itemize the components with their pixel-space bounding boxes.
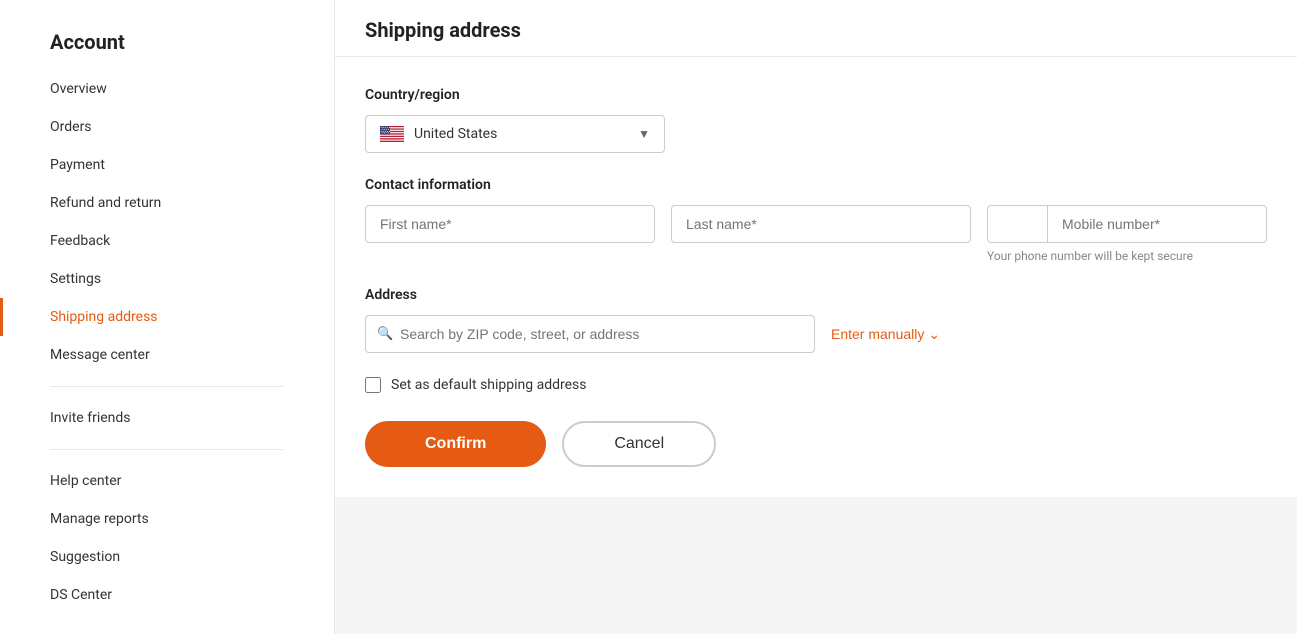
enter-manually-button[interactable]: Enter manually ⌄: [831, 326, 940, 343]
default-shipping-checkbox[interactable]: [365, 377, 381, 393]
sidebar-item-help-center[interactable]: Help center: [0, 462, 334, 500]
chevron-down-icon: ▼: [638, 127, 650, 141]
svg-text:★: ★: [388, 132, 390, 135]
button-row: Confirm Cancel: [365, 421, 1267, 467]
last-name-input[interactable]: [671, 205, 971, 243]
address-search-input[interactable]: [365, 315, 815, 353]
content-area: Country/region: [335, 57, 1297, 497]
sidebar: Account Overview Orders Payment Refund a…: [0, 0, 335, 634]
phone-secure-text: Your phone number will be kept secure: [987, 249, 1267, 263]
sidebar-item-orders[interactable]: Orders: [0, 108, 334, 146]
phone-row: +1: [987, 205, 1267, 243]
sidebar-item-ds-center[interactable]: DS Center: [0, 576, 334, 614]
address-search-container: 🔍: [365, 315, 815, 353]
sidebar-divider-1: [50, 386, 284, 387]
contact-fields: +1 Your phone number will be kept secure: [365, 205, 1267, 263]
sidebar-item-message-center[interactable]: Message center: [0, 336, 334, 374]
phone-group: +1 Your phone number will be kept secure: [987, 205, 1267, 263]
phone-code-input[interactable]: +1: [987, 205, 1047, 243]
search-icon: 🔍: [377, 327, 393, 342]
sidebar-item-manage-reports[interactable]: Manage reports: [0, 500, 334, 538]
sidebar-item-invite-friends[interactable]: Invite friends: [0, 399, 334, 437]
sidebar-divider-2: [50, 449, 284, 450]
first-name-input[interactable]: [365, 205, 655, 243]
sidebar-item-settings[interactable]: Settings: [0, 260, 334, 298]
contact-info-section: Contact information +1 Your phone number…: [365, 177, 1267, 263]
cancel-button[interactable]: Cancel: [562, 421, 716, 467]
country-name-text: United States: [414, 126, 497, 142]
sidebar-item-overview[interactable]: Overview: [0, 70, 334, 108]
country-select-left: ★★★★★ ★★★★ ★★★★★ ★★★★ United States: [380, 126, 497, 142]
default-address-row: Set as default shipping address: [365, 377, 1267, 393]
mobile-number-input[interactable]: [1047, 205, 1267, 243]
address-label: Address: [365, 287, 1267, 303]
enter-manually-chevron-icon: ⌄: [928, 326, 940, 343]
address-search-wrapper: 🔍 Enter manually ⌄: [365, 315, 1267, 353]
confirm-button[interactable]: Confirm: [365, 421, 546, 467]
address-section: Address 🔍 Enter manually ⌄: [365, 287, 1267, 353]
sidebar-title: Account: [0, 20, 334, 70]
sidebar-item-payment[interactable]: Payment: [0, 146, 334, 184]
country-region-label: Country/region: [365, 87, 1267, 103]
default-shipping-label[interactable]: Set as default shipping address: [391, 377, 587, 393]
country-region-section: Country/region: [365, 87, 1267, 153]
contact-info-label: Contact information: [365, 177, 1267, 193]
sidebar-item-shipping-address[interactable]: Shipping address: [0, 298, 334, 336]
country-select-dropdown[interactable]: ★★★★★ ★★★★ ★★★★★ ★★★★ United States ▼: [365, 115, 665, 153]
main-content: Shipping address Country/region: [335, 0, 1297, 634]
page-title: Shipping address: [335, 0, 1297, 57]
us-flag-icon: ★★★★★ ★★★★ ★★★★★ ★★★★: [380, 126, 404, 142]
sidebar-item-refund-return[interactable]: Refund and return: [0, 184, 334, 222]
sidebar-item-feedback[interactable]: Feedback: [0, 222, 334, 260]
enter-manually-label: Enter manually: [831, 326, 924, 342]
sidebar-item-suggestion[interactable]: Suggestion: [0, 538, 334, 576]
